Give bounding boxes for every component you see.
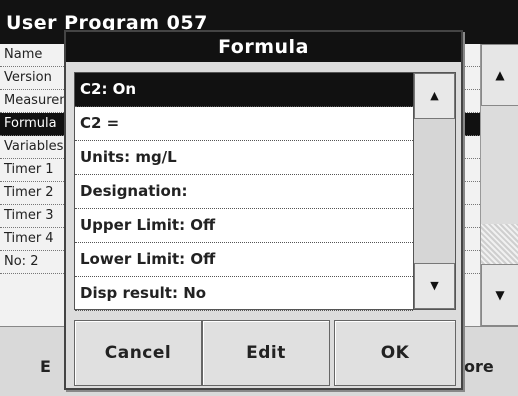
background-scroll-down-button[interactable]: ▼ (481, 264, 518, 326)
formula-options-list: C2: On C2 = Units: mg/L Designation: Upp… (74, 72, 414, 311)
list-item-c2-equation[interactable]: C2 = (75, 107, 413, 141)
background-scroll-up-button[interactable]: ▲ (481, 44, 518, 106)
list-item-lower-limit[interactable]: Lower Limit: Off (75, 243, 413, 277)
background-scrollbar[interactable]: ▲ ▼ (480, 44, 518, 326)
list-item-units[interactable]: Units: mg/L (75, 141, 413, 175)
list-item-c2-on[interactable]: C2: On (75, 73, 413, 107)
arrow-down-icon: ▼ (495, 288, 505, 302)
list-item-upper-limit[interactable]: Upper Limit: Off (75, 209, 413, 243)
background-bottom-right-label[interactable]: ore (464, 357, 494, 376)
arrow-up-icon: ▲ (495, 68, 505, 82)
arrow-down-icon: ▼ (430, 279, 439, 292)
dialog-scrollbar[interactable]: ▲ ▼ (414, 72, 456, 310)
cancel-button[interactable]: Cancel (74, 320, 202, 386)
arrow-up-icon: ▲ (430, 89, 439, 102)
edit-button[interactable]: Edit (202, 320, 330, 386)
dialog-scroll-track[interactable] (414, 119, 455, 265)
formula-dialog: Formula C2: On C2 = Units: mg/L Designat… (64, 30, 463, 390)
dialog-button-bar: Cancel Edit OK (66, 320, 461, 388)
background-bottom-left-label[interactable]: E (40, 357, 51, 376)
ok-button[interactable]: OK (334, 320, 456, 386)
list-item-designation[interactable]: Designation: (75, 175, 413, 209)
dialog-scroll-up-button[interactable]: ▲ (414, 73, 455, 119)
list-item-display-result[interactable]: Disp result: No (75, 277, 413, 311)
dialog-scroll-down-button[interactable]: ▼ (414, 263, 455, 309)
dialog-title: Formula (66, 32, 461, 62)
